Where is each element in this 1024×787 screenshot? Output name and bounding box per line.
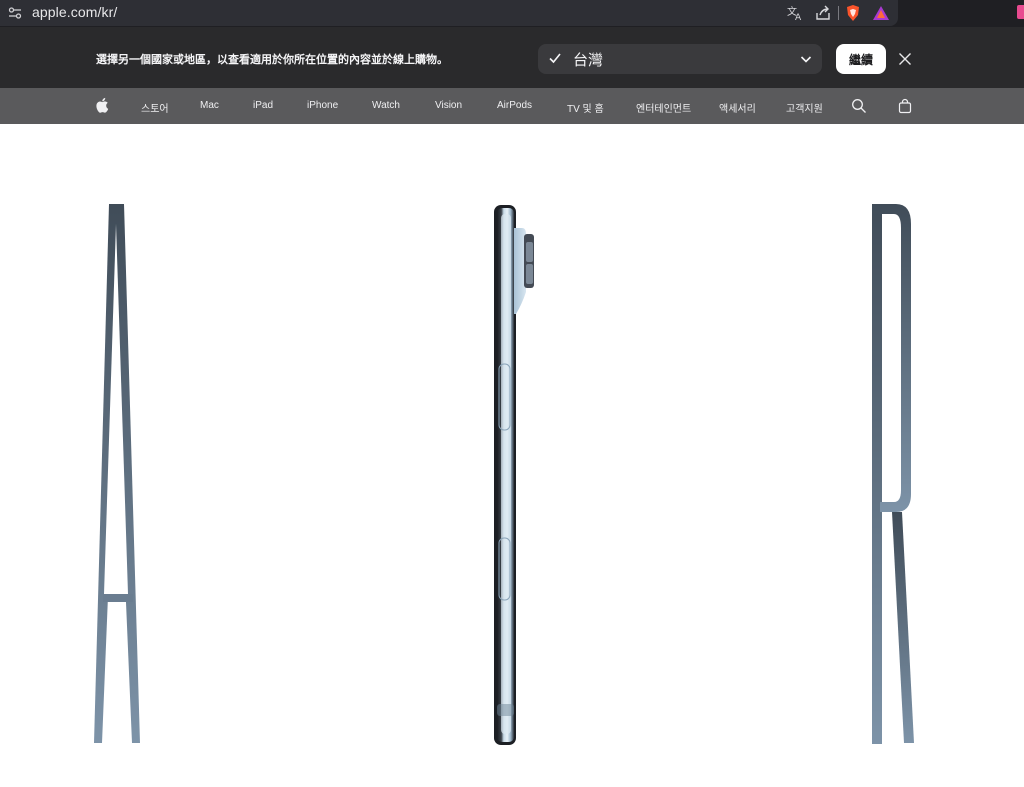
brave-rewards-icon[interactable] xyxy=(872,4,890,22)
shopping-bag-icon[interactable] xyxy=(897,98,913,114)
continue-button[interactable]: 繼續 xyxy=(836,44,886,74)
nav-item-store[interactable]: 스토어 xyxy=(141,100,169,115)
share-icon[interactable] xyxy=(814,4,832,22)
nav-item-watch[interactable]: Watch xyxy=(372,100,400,111)
hero-artwork xyxy=(94,204,914,745)
nav-item-entertainment[interactable]: 엔터테인먼트 xyxy=(636,100,691,115)
nav-item-iphone[interactable]: iPhone xyxy=(307,100,338,111)
close-icon[interactable] xyxy=(898,52,912,66)
nav-item-airpods[interactable]: AirPods xyxy=(497,100,532,111)
nav-item-accessories[interactable]: 액세서리 xyxy=(719,100,756,115)
nav-item-vision[interactable]: Vision xyxy=(435,100,462,111)
hero-section[interactable] xyxy=(0,124,1024,787)
site-info-icon[interactable] xyxy=(8,6,22,20)
url-text[interactable]: apple.com/kr/ xyxy=(32,4,117,20)
letter-a-artwork xyxy=(94,204,140,743)
iphone-side-profile xyxy=(494,205,534,745)
nav-item-mac[interactable]: Mac xyxy=(200,100,219,111)
browser-toolbar: apple.com/kr/ 文 A xyxy=(0,0,1024,27)
selected-country: 台灣 xyxy=(573,51,604,69)
nav-item-tv-home[interactable]: TV 및 홈 xyxy=(567,100,604,115)
banner-message: 選擇另一個國家或地區，以查看適用於你所在位置的內容並於線上購物。 xyxy=(96,53,448,66)
brave-shields-icon[interactable] xyxy=(844,4,862,22)
nav-item-support[interactable]: 고객지원 xyxy=(786,100,823,115)
global-nav: 스토어 Mac iPad iPhone Watch Vision AirPods… xyxy=(0,88,1024,124)
search-icon[interactable] xyxy=(851,98,867,114)
checkmark-icon xyxy=(549,53,561,64)
chevron-down-icon xyxy=(800,56,812,63)
address-bar[interactable]: apple.com/kr/ 文 A xyxy=(0,0,898,26)
toolbar-separator xyxy=(838,6,839,20)
translate-icon[interactable]: 文 A xyxy=(786,4,804,22)
apple-logo-icon[interactable] xyxy=(95,97,111,113)
country-selector-banner: 選擇另一個國家或地區，以查看適用於你所在位置的內容並於線上購物。 台灣 繼續 xyxy=(0,27,1024,88)
letter-r-artwork xyxy=(872,204,914,744)
nav-item-ipad[interactable]: iPad xyxy=(253,100,273,111)
country-select[interactable]: 台灣 xyxy=(538,44,822,74)
extension-icon[interactable] xyxy=(1017,5,1024,19)
svg-text:A: A xyxy=(795,13,802,22)
